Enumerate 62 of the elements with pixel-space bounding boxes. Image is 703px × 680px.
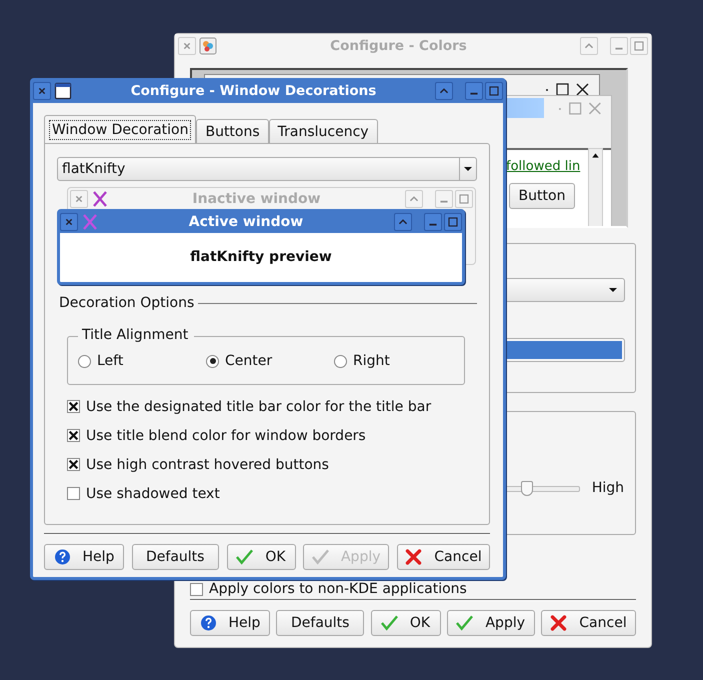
help-icon: [200, 615, 217, 631]
tab[interactable]: Buttons: [196, 119, 269, 143]
help-button[interactable]: Help: [44, 544, 124, 570]
cancel-button[interactable]: Cancel: [397, 544, 490, 570]
checkbox-label: Use the designated title bar color for the title bar: [86, 398, 432, 414]
slider-label: High: [592, 480, 624, 496]
checkbox[interactable]: [190, 582, 203, 596]
radio-label: Center: [225, 353, 272, 369]
maximize-button[interactable]: [444, 212, 462, 230]
window-title: Inactive window: [191, 191, 322, 207]
radio-button[interactable]: [78, 354, 91, 368]
link-text[interactable]: followed lin: [506, 159, 580, 174]
x-logo-icon: [82, 214, 98, 230]
cancel-icon: [550, 615, 568, 631]
scrollbar[interactable]: [588, 148, 603, 226]
radio-button[interactable]: [206, 354, 219, 368]
ok-button[interactable]: OK: [370, 610, 440, 636]
apply-button[interactable]: Apply: [446, 610, 535, 636]
defaults-button[interactable]: Defaults: [276, 610, 364, 636]
preview-text: flatKnifty preview: [190, 249, 332, 265]
window-title: Active window: [188, 214, 304, 230]
minimize-button[interactable]: [424, 212, 442, 230]
palette-icon: [199, 37, 217, 55]
checkmark-icon: [236, 549, 254, 565]
radio-button[interactable]: [334, 354, 347, 368]
cancel-icon: [405, 549, 422, 565]
checkmark-icon: [380, 615, 398, 631]
checkbox-label: Use shadowed text: [86, 486, 220, 502]
window-title: Configure - Colors: [329, 38, 468, 54]
help-button[interactable]: Help: [190, 610, 270, 636]
preview-button[interactable]: Button: [509, 183, 575, 209]
checkbox[interactable]: [67, 400, 80, 413]
x-logo-icon: [92, 191, 108, 207]
tab[interactable]: Translucency: [268, 119, 378, 143]
section-heading: Decoration Options: [58, 295, 194, 311]
checkbox-label: Apply colors to non-KDE applications: [209, 581, 467, 597]
decoration-dropdown[interactable]: flatKnifty: [57, 157, 477, 181]
checkbox[interactable]: [67, 429, 80, 442]
maximize-button[interactable]: [485, 82, 503, 100]
checkbox-label: Use title blend color for window borders: [86, 428, 366, 444]
checkmark-icon: [456, 615, 474, 631]
radio-label: Left: [97, 353, 124, 369]
radio-label: Right: [353, 353, 390, 369]
minimize-button[interactable]: [465, 82, 483, 100]
shade-button[interactable]: [394, 212, 412, 230]
group-title: Title Alignment: [78, 327, 194, 343]
window-icon: [54, 82, 72, 100]
window-title: Configure - Window Decorations: [130, 82, 378, 98]
cancel-button[interactable]: Cancel: [541, 610, 636, 636]
dropdown-arrow-icon: [608, 287, 618, 293]
checkbox[interactable]: [67, 458, 80, 471]
shade-button[interactable]: [435, 82, 453, 100]
help-icon: [54, 549, 71, 565]
checkbox[interactable]: [67, 487, 80, 500]
checkmark-icon: [312, 549, 329, 565]
defaults-button[interactable]: Defaults: [132, 544, 219, 570]
dropdown-arrow-icon: [463, 166, 473, 172]
close-button[interactable]: [33, 82, 51, 100]
tab[interactable]: Window Decoration: [44, 115, 196, 143]
ok-button[interactable]: OK: [226, 544, 296, 570]
slider-thumb[interactable]: [521, 480, 534, 496]
checkbox-label: Use high contrast hovered buttons: [86, 456, 329, 472]
